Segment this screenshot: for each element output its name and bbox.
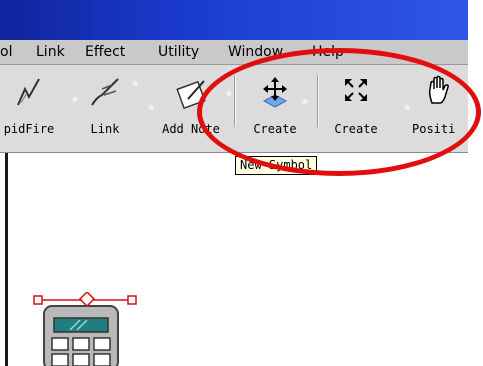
window-title-bar xyxy=(0,0,468,40)
selection-handle[interactable] xyxy=(127,295,137,305)
selection-handle[interactable] xyxy=(33,295,43,305)
rapidfire-pen-icon xyxy=(17,78,40,106)
selection-handle[interactable] xyxy=(78,292,96,308)
tool-link[interactable]: Link xyxy=(80,65,130,152)
canvas-left-border xyxy=(5,153,8,366)
menu-link[interactable]: Link xyxy=(36,44,65,60)
link-icon xyxy=(91,78,119,106)
calculator-symbol[interactable] xyxy=(30,292,142,366)
tool-rapidfire[interactable]: pidFire xyxy=(0,65,58,152)
tool-rapidfire-label: pidFire xyxy=(3,122,55,136)
red-highlight-ellipse xyxy=(197,48,481,176)
menu-symbol[interactable]: ol xyxy=(0,44,12,60)
background-star: ★ xyxy=(130,78,140,90)
background-star: ★ xyxy=(146,102,156,114)
tool-link-label: Link xyxy=(90,122,120,136)
window-right-margin xyxy=(468,0,483,366)
menu-utility[interactable]: Utility xyxy=(158,44,199,60)
menu-effect[interactable]: Effect xyxy=(85,44,125,60)
background-star: ★ xyxy=(70,94,80,106)
